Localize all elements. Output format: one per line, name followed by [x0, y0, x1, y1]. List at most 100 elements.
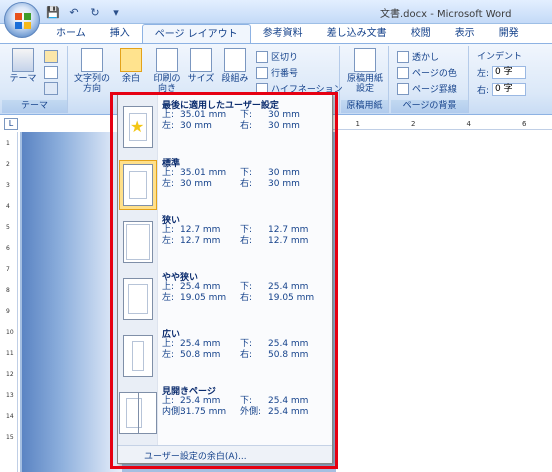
horizontal-ruler[interactable]: 1 2 4 6: [330, 118, 552, 130]
theme-button[interactable]: テーマ: [8, 48, 38, 84]
ruler-tick-label: 1: [6, 140, 10, 147]
tab-insert[interactable]: 挿入: [98, 24, 142, 43]
preset-value-text: 内側:: [162, 407, 184, 417]
preset-value-text: 下:: [240, 110, 253, 120]
orientation-button[interactable]: 印刷の向き: [150, 48, 184, 94]
tab-page-layout[interactable]: ページ レイアウト: [141, 24, 251, 43]
indent-right-input[interactable]: 0 字: [492, 83, 527, 96]
preset-value-text: 25.4 mm: [268, 282, 309, 292]
line-numbers-button[interactable]: 行番号: [256, 66, 298, 79]
columns-button[interactable]: 段組み: [220, 48, 250, 84]
page-border-button[interactable]: ページ罫線: [397, 82, 457, 95]
ruler-tick-label: 14: [6, 413, 14, 420]
office-button[interactable]: [4, 2, 40, 38]
margin-preset-item[interactable]: 見開きページ 上: 25.4 mm 下: 25.4 mm 内側: 31.75 mm 外側: 25…: [118, 383, 332, 441]
ruler-tick-label: 15: [6, 434, 14, 441]
tab-developer[interactable]: 開発: [487, 24, 531, 43]
preset-value-text: 50.8 mm: [180, 350, 221, 360]
preset-value-text: 外側:: [240, 407, 262, 417]
indent-left-row: 左: 0 字: [477, 66, 527, 79]
preset-value-text: 右:: [240, 293, 253, 303]
redo-icon[interactable]: ↻: [86, 3, 104, 21]
vertical-ruler[interactable]: 1 2 3 4 5 6 7 8 9 10 11 12 13 14 15: [4, 132, 18, 472]
ruler-tick-label: 5: [6, 224, 10, 231]
manuscript-settings-button[interactable]: 原稿用紙設定: [345, 48, 385, 94]
preset-values: 上: 35.01 mm 下: 30 mm 左: 30 mm 右: 30 mm: [162, 110, 318, 132]
ribbon-tabs: ホーム 挿入 ページ レイアウト 参考資料 差し込み文書 校閲 表示 開発: [44, 24, 531, 43]
manuscript-group-label: 原稿用紙: [341, 100, 388, 113]
document-page-left: [22, 132, 122, 472]
preset-value-text: 12.7 mm: [180, 236, 221, 246]
theme-group-label: テーマ: [2, 100, 67, 113]
preset-value-text: 30 mm: [180, 121, 212, 131]
preset-value-text: 50.8 mm: [268, 350, 309, 360]
theme-effects-icon[interactable]: [44, 82, 58, 95]
margin-preset-item[interactable]: やや狭い 上: 25.4 mm 下: 25.4 mm 左: 19.05 mm 右: 19.05 …: [118, 269, 332, 327]
manuscript-group: 原稿用紙設定 原稿用紙: [341, 46, 389, 113]
preset-value-text: 12.7 mm: [180, 225, 221, 235]
preset-value-text: 30 mm: [268, 168, 300, 178]
undo-icon[interactable]: ↶: [65, 3, 83, 21]
preset-value-text: 上:: [162, 339, 175, 349]
preset-value-text: 35.01 mm: [180, 110, 227, 120]
ruler-tick-label: 10: [6, 329, 14, 336]
title-bar: 💾 ↶ ↻ ▾ 文書.docx - Microsoft Word: [0, 0, 552, 24]
preset-value-text: 25.4 mm: [180, 396, 221, 406]
preset-value-text: 右:: [240, 350, 253, 360]
theme-colors-icon[interactable]: [44, 50, 58, 63]
tab-mailings[interactable]: 差し込み文書: [315, 24, 399, 43]
breaks-button[interactable]: 区切り: [256, 50, 298, 63]
margin-preset-item[interactable]: 狭い 上: 12.7 mm 下: 12.7 mm 左: 12.7 mm 右: 12.7 mm: [118, 212, 332, 270]
watermark-button[interactable]: 透かし: [397, 50, 439, 63]
preset-value-text: 右:: [240, 236, 253, 246]
preset-value-text: 35.01 mm: [180, 168, 227, 178]
theme-fonts-icon[interactable]: [44, 66, 58, 79]
preset-value-text: 25.4 mm: [268, 407, 309, 417]
margins-button[interactable]: 余白: [116, 48, 146, 84]
indent-title: インデント: [477, 52, 523, 62]
preset-value-text: 25.4 mm: [268, 396, 309, 406]
ruler-tick-label: 6: [6, 245, 10, 252]
text-direction-button[interactable]: 文字列の方向: [74, 48, 110, 94]
preset-value-text: 19.05 mm: [268, 293, 315, 303]
preset-value-text: 19.05 mm: [180, 293, 227, 303]
margins-icon: [120, 48, 142, 72]
window-title: 文書.docx - Microsoft Word: [380, 9, 512, 20]
ruler-tick-label: 11: [6, 350, 14, 357]
star-icon: ★: [130, 117, 145, 136]
indent-group: インデント 左: 0 字 右: 0 字: [471, 46, 552, 113]
ruler-tick-label: 2: [6, 161, 10, 168]
tab-review[interactable]: 校閲: [399, 24, 443, 43]
custom-margins-label: ユーザー設定の余白(A)...: [144, 452, 247, 462]
margin-preset-item[interactable]: 標準 上: 35.01 mm 下: 30 mm 左: 30 mm 右: 30 mm: [118, 155, 332, 213]
custom-margins-menu-item[interactable]: ユーザー設定の余白(A)...: [118, 445, 332, 463]
preset-values: 上: 12.7 mm 下: 12.7 mm 左: 12.7 mm 右: 12.7 mm: [162, 225, 318, 247]
customize-icon[interactable]: ▾: [107, 3, 125, 21]
size-button[interactable]: サイズ: [186, 48, 216, 84]
office-logo-icon: [15, 13, 31, 29]
theme-group: テーマ テーマ: [2, 46, 68, 113]
theme-icon: [12, 48, 34, 72]
preset-value-text: 左:: [162, 350, 175, 360]
tab-selector[interactable]: L: [4, 118, 18, 130]
preset-value-text: 30 mm: [180, 179, 212, 189]
ruler-tick-label: 4: [6, 203, 10, 210]
indent-left-input[interactable]: 0 字: [492, 66, 527, 79]
preset-value-text: 下:: [240, 339, 253, 349]
tab-view[interactable]: 表示: [443, 24, 487, 43]
preset-value-text: 25.4 mm: [180, 339, 221, 349]
tab-references[interactable]: 参考資料: [251, 24, 315, 43]
text-direction-icon: [81, 48, 103, 72]
preset-value-text: 右:: [240, 121, 253, 131]
margin-preset-item[interactable]: ★ 最後に適用したユーザー設定 上: 35.01 mm 下: 30 mm 左: 30 mm 右:…: [118, 97, 332, 155]
preset-value-text: 左:: [162, 293, 175, 303]
save-icon[interactable]: 💾: [44, 3, 62, 21]
preset-value-text: 下:: [240, 225, 253, 235]
page-border-icon: [397, 82, 409, 95]
page-color-button[interactable]: ページの色: [397, 66, 457, 79]
document-page[interactable]: [336, 132, 552, 472]
size-icon: [190, 48, 212, 72]
tab-home[interactable]: ホーム: [44, 24, 98, 43]
margin-preset-item[interactable]: 広い 上: 25.4 mm 下: 25.4 mm 左: 50.8 mm 右: 50.8 mm: [118, 326, 332, 384]
preset-value-text: 左:: [162, 179, 175, 189]
